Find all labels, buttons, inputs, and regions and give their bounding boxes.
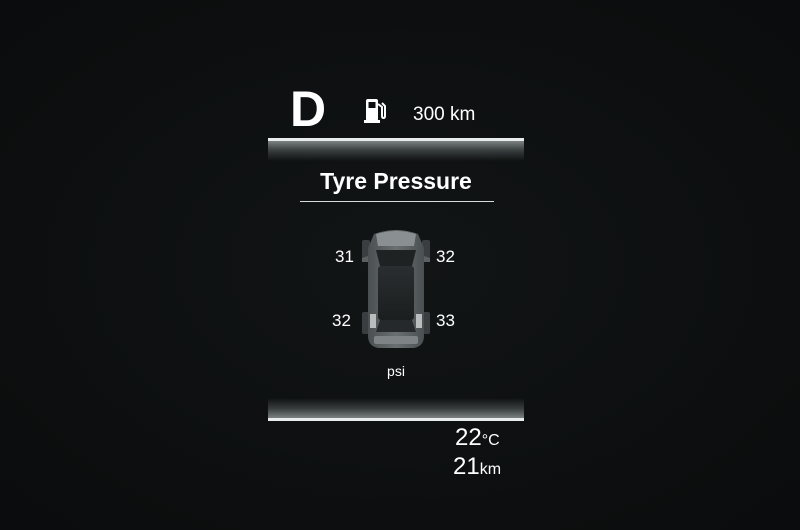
outside-temperature-readout: 22°C (455, 425, 500, 454)
fuel-pump-icon (364, 99, 386, 123)
pressure-unit-label: psi (387, 363, 405, 379)
tyre-front-right-pressure: 32 (436, 247, 455, 266)
panel-top-glow (268, 141, 524, 161)
fuel-range-readout: 300 km (413, 104, 476, 125)
gear-indicator: D (290, 81, 327, 137)
tyre-rear-right-pressure: 33 (436, 311, 455, 330)
trip-distance-readout: 21km (453, 454, 501, 483)
panel-title: Tyre Pressure (320, 168, 472, 194)
tyre-rear-left-pressure: 32 (332, 311, 351, 330)
title-underline (300, 201, 494, 202)
instrument-cluster-display: D 300 km Tyre Pressure 31 32 32 33 psi 2… (0, 0, 800, 530)
tyre-front-left-pressure: 31 (335, 247, 354, 266)
car-top-view-icon (362, 230, 430, 348)
trip-value: 21 (453, 453, 480, 480)
temperature-unit: °C (481, 432, 500, 449)
panel-bottom-glow (268, 398, 524, 418)
tyre-pressure-panel: Tyre Pressure 31 32 32 33 psi (268, 138, 524, 421)
temperature-value: 22 (455, 424, 482, 451)
trip-unit: km (479, 461, 502, 478)
panel-bottom-divider (268, 418, 524, 421)
